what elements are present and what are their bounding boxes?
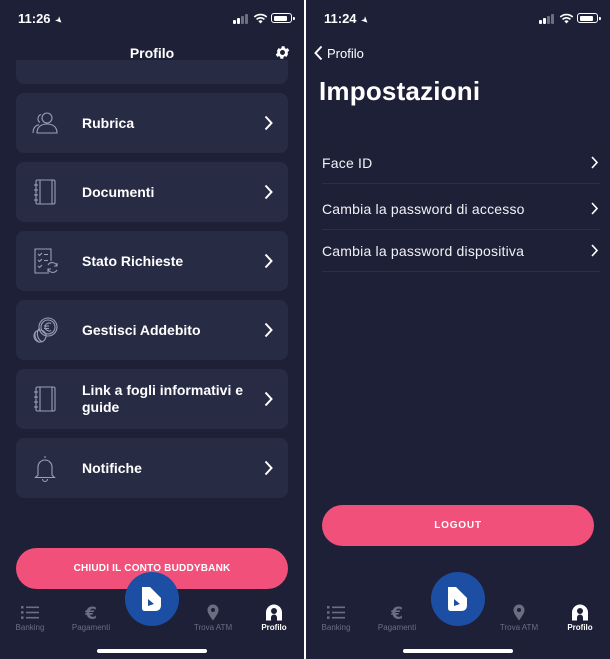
svg-text:€: € <box>390 604 403 621</box>
battery-icon <box>577 13 601 23</box>
cellular-signal-icon <box>539 14 555 24</box>
svg-text:€: € <box>84 604 97 621</box>
chevron-right-icon <box>264 115 273 131</box>
euro-coins-icon <box>33 317 58 343</box>
buddybank-logo-icon <box>448 587 467 611</box>
tab-trova-atm[interactable]: Trova ATM <box>489 598 549 632</box>
tab-label: Pagamenti <box>71 623 111 632</box>
gear-icon[interactable] <box>274 44 291 61</box>
logout-button[interactable]: LOGOUT <box>322 505 594 546</box>
buddybank-fab-button[interactable] <box>431 572 485 626</box>
chevron-right-icon <box>264 253 273 269</box>
bell-icon <box>34 456 56 483</box>
chevron-right-icon <box>264 322 273 338</box>
contacts-icon <box>32 112 58 134</box>
wifi-icon <box>559 13 574 24</box>
notebook-icon <box>34 386 56 412</box>
menu-item-label: Stato Richieste <box>82 252 184 269</box>
status-time: 11:26 ➤ <box>18 11 65 27</box>
buddybank-fab-button[interactable] <box>125 572 179 626</box>
list-icon <box>327 606 345 619</box>
menu-item-partial[interactable] <box>16 60 288 84</box>
wifi-icon <box>253 13 268 24</box>
page-title: Impostazioni <box>319 76 481 106</box>
profile-icon <box>266 604 282 621</box>
settings-screen: 11:24 ➤ Profilo Impostazioni Face ID Camb… <box>306 0 610 659</box>
chevron-right-icon <box>591 202 598 215</box>
settings-item-label: Cambia la password dispositiva <box>322 243 525 259</box>
menu-item-stato-richieste[interactable]: Stato Richieste <box>16 231 288 291</box>
tab-label: Trova ATM <box>499 623 539 632</box>
chevron-left-icon <box>314 45 323 61</box>
status-bar: 11:26 ➤ <box>0 0 304 36</box>
profile-screen: 11:26 ➤ Profilo Rubrica Documenti Stato … <box>0 0 304 659</box>
checklist-refresh-icon <box>34 248 58 274</box>
tab-label: Banking <box>321 623 351 632</box>
battery-icon <box>271 13 295 23</box>
settings-item-face-id[interactable]: Face ID <box>322 142 600 184</box>
chevron-right-icon <box>591 156 598 169</box>
tab-banking[interactable]: Banking <box>0 598 60 632</box>
tab-label: Profilo <box>261 623 287 632</box>
menu-item-gestisci-addebito[interactable]: Gestisci Addebito <box>16 300 288 360</box>
location-arrow-icon: ➤ <box>52 13 65 27</box>
map-pin-icon <box>513 604 525 621</box>
menu-item-documenti[interactable]: Documenti <box>16 162 288 222</box>
chevron-right-icon <box>264 391 273 407</box>
status-time: 11:24 ➤ <box>324 11 371 27</box>
buddybank-logo-icon <box>142 587 161 611</box>
map-pin-icon <box>207 604 219 621</box>
notebook-icon <box>34 179 56 205</box>
menu-item-label: Gestisci Addebito <box>82 321 201 338</box>
cellular-signal-icon <box>233 14 249 24</box>
status-bar: 11:24 ➤ <box>306 0 610 36</box>
back-button[interactable]: Profilo <box>314 45 364 61</box>
home-indicator[interactable] <box>403 649 513 653</box>
tab-label: Trova ATM <box>193 623 233 632</box>
menu-item-notifiche[interactable]: Notifiche <box>16 438 288 498</box>
tab-label: Pagamenti <box>377 623 417 632</box>
menu-item-label: Notifiche <box>82 459 142 476</box>
euro-icon: € <box>84 604 97 621</box>
menu-item-link-fogli-informativi[interactable]: Link a fogli informativi e guide <box>16 369 288 429</box>
tab-label: Banking <box>15 623 45 632</box>
tab-label: Profilo <box>567 623 593 632</box>
settings-item-label: Cambia la password di accesso <box>322 201 525 217</box>
chevron-right-icon <box>264 184 273 200</box>
location-arrow-icon: ➤ <box>358 13 371 27</box>
tab-banking[interactable]: Banking <box>306 598 366 632</box>
chevron-right-icon <box>591 244 598 257</box>
menu-item-label: Rubrica <box>82 114 135 131</box>
list-icon <box>21 606 39 619</box>
euro-icon: € <box>390 604 403 621</box>
menu-item-rubrica[interactable]: Rubrica <box>16 93 288 153</box>
settings-item-password-accesso[interactable]: Cambia la password di accesso <box>322 188 600 230</box>
profile-icon <box>572 604 588 621</box>
chevron-right-icon <box>264 460 273 476</box>
page-title: Profilo <box>129 45 175 61</box>
tab-pagamenti[interactable]: € Pagamenti <box>367 598 427 632</box>
settings-item-label: Face ID <box>322 155 373 171</box>
tab-pagamenti[interactable]: € Pagamenti <box>61 598 121 632</box>
tab-profilo[interactable]: Profilo <box>550 598 610 632</box>
back-label: Profilo <box>327 45 364 61</box>
settings-item-password-dispositiva[interactable]: Cambia la password dispositiva <box>322 230 600 272</box>
home-indicator[interactable] <box>97 649 207 653</box>
tab-profilo[interactable]: Profilo <box>244 598 304 632</box>
menu-item-label: Documenti <box>82 183 155 200</box>
tab-trova-atm[interactable]: Trova ATM <box>183 598 243 632</box>
menu-item-label: Link a fogli informativi e guide <box>82 382 244 415</box>
